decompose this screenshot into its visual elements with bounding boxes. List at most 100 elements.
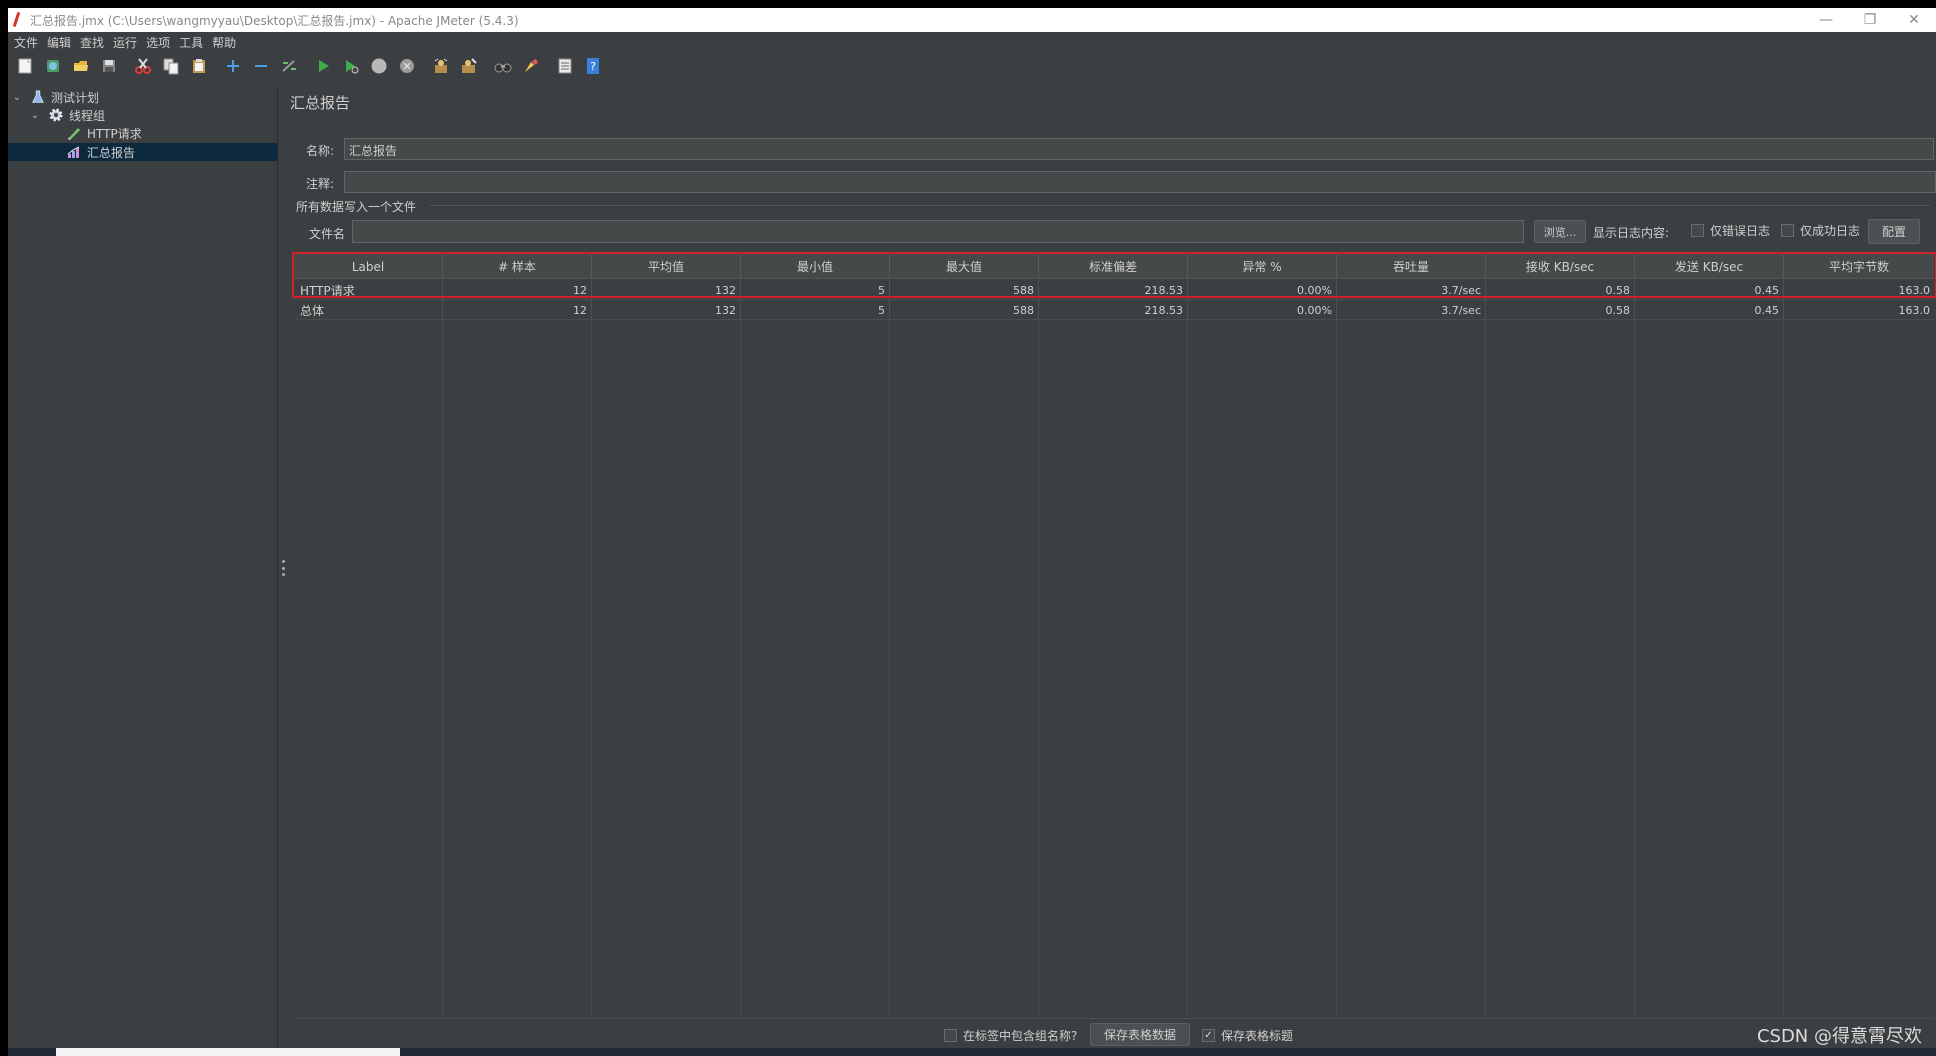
errors-only-checkbox[interactable] [1691,224,1704,237]
taskbar-search-box[interactable] [56,1048,400,1056]
save-table-data-button[interactable]: 保存表格数据 [1090,1023,1190,1046]
comment-input[interactable] [344,171,1936,193]
column-header-max[interactable]: 最大值 [890,254,1039,279]
test-plan-icon [30,89,46,105]
table-column-grid [294,320,1934,1016]
cell-avg-bytes: 163.0 [1898,303,1931,317]
function-helper-icon[interactable] [554,55,576,77]
chevron-down-icon[interactable]: ⌄ [30,110,40,121]
toggle-icon[interactable] [278,55,300,77]
templates-icon[interactable] [42,55,64,77]
minimize-button[interactable]: — [1804,8,1848,32]
column-header-average[interactable]: 平均值 [592,254,741,279]
cell-sent-kb: 0.45 [1635,300,1784,320]
cell-average: 132 [592,300,741,320]
window-title: 汇总报告.jmx (C:\Users\wangmyyau\Desktop\汇总报… [30,13,519,28]
column-header-min[interactable]: 最小值 [741,254,890,279]
test-plan-tree: ⌄ 测试计划 ⌄ 线程组 HTTP请求 汇总报告 [8,86,278,1056]
cell-average: 132 [592,280,741,300]
jmeter-feather-icon [12,12,22,28]
menu-file[interactable]: 文件 [11,34,42,51]
save-header-label: 保存表格标题 [1221,1029,1294,1043]
column-header-received-kb[interactable]: 接收 KB/sec [1486,254,1635,279]
paste-icon[interactable] [188,55,210,77]
column-header-samples[interactable]: # 样本 [443,254,592,279]
cell-std-dev: 218.53 [1039,280,1188,300]
start-icon[interactable] [312,55,334,77]
column-header-sent-kb[interactable]: 发送 KB/sec [1635,254,1784,279]
table-header: Label # 样本 平均值 最小值 最大值 标准偏差 异常 % 吞吐量 接收 … [294,254,1934,279]
menu-help[interactable]: 帮助 [209,34,240,51]
collapse-icon[interactable] [250,55,272,77]
column-header-avg-bytes[interactable]: 平均字节数 [1784,254,1934,279]
cell-min: 5 [741,280,890,300]
open-icon[interactable] [70,55,92,77]
clear-icon[interactable] [430,55,452,77]
reset-search-icon[interactable] [520,55,542,77]
success-only-option[interactable]: 仅成功日志 [1781,222,1860,239]
success-only-checkbox[interactable] [1781,224,1794,237]
save-header-checkbox[interactable]: ✓ [1202,1029,1215,1042]
menu-run[interactable]: 运行 [110,34,141,51]
filename-input[interactable] [352,220,1524,243]
cut-icon[interactable] [132,55,154,77]
restore-button[interactable]: ❐ [1848,8,1892,32]
include-group-checkbox[interactable] [944,1029,957,1042]
close-button[interactable]: ✕ [1892,8,1936,32]
browse-button[interactable]: 浏览... [1534,220,1586,243]
cell-label: HTTP请求 [294,280,443,300]
errors-only-option[interactable]: 仅错误日志 [1691,222,1770,239]
shutdown-icon[interactable] [396,55,418,77]
copy-icon[interactable] [160,55,182,77]
configure-button[interactable]: 配置 [1868,219,1920,244]
search-icon[interactable] [492,55,514,77]
summary-report-panel: 汇总报告 名称: 汇总报告 注释: 所有数据写入一个文件 文件名 浏览... 显… [286,86,1936,1056]
cell-label: 总体 [294,300,443,320]
column-header-throughput[interactable]: 吞吐量 [1337,254,1486,279]
cell-std-dev: 218.53 [1039,300,1188,320]
cell-error-pct: 0.00% [1188,280,1337,300]
help-icon[interactable]: ? [582,55,604,77]
menu-options[interactable]: 选项 [143,34,174,51]
stop-icon[interactable] [368,55,390,77]
save-header-option[interactable]: ✓ 保存表格标题 [1202,1027,1293,1044]
table-row[interactable]: 总体 12 132 5 588 218.53 0.00% 3.7/sec 0.5… [294,300,1934,320]
new-icon[interactable] [14,55,36,77]
menu-edit[interactable]: 编辑 [44,34,75,51]
clear-all-icon[interactable] [458,55,480,77]
comment-label: 注释: [306,177,335,191]
menu-search[interactable]: 查找 [77,34,108,51]
panel-title: 汇总报告 [290,94,351,112]
tree-node-label: 线程组 [69,108,106,123]
jmeter-window: 汇总报告.jmx (C:\Users\wangmyyau\Desktop\汇总报… [8,8,1936,1056]
tree-node-http-request[interactable]: HTTP请求 [66,124,278,142]
menu-tools[interactable]: 工具 [176,34,207,51]
column-header-std-dev[interactable]: 标准偏差 [1039,254,1188,279]
tree-node-label: HTTP请求 [87,126,142,141]
cell-samples: 12 [443,280,592,300]
name-input[interactable]: 汇总报告 [344,138,1934,160]
split-pane-handle[interactable] [281,560,285,576]
expand-icon[interactable] [222,55,244,77]
include-group-label: 在标签中包含组名称? [963,1029,1078,1043]
column-header-error-pct[interactable]: 异常 % [1188,254,1337,279]
chevron-down-icon[interactable]: ⌄ [12,92,22,103]
name-label: 名称: [306,144,335,158]
tree-node-thread-group[interactable]: ⌄ 线程组 [30,106,278,124]
summary-table: Label # 样本 平均值 最小值 最大值 标准偏差 异常 % 吞吐量 接收 … [294,254,1934,1016]
tree-node-test-plan[interactable]: ⌄ 测试计划 [12,88,278,106]
cell-received-kb: 0.58 [1486,280,1635,300]
success-only-label: 仅成功日志 [1800,224,1861,238]
column-header-label[interactable]: Label [294,254,443,279]
tree-node-summary-report[interactable]: 汇总报告 [8,143,278,161]
cell-sent-kb: 0.45 [1635,280,1784,300]
table-row[interactable]: HTTP请求 12 132 5 588 218.53 0.00% 3.7/sec… [294,280,1934,300]
svg-text:?: ? [590,60,596,73]
title-bar: 汇总报告.jmx (C:\Users\wangmyyau\Desktop\汇总报… [8,8,1936,32]
errors-only-label: 仅错误日志 [1710,224,1771,238]
cell-throughput: 3.7/sec [1337,280,1486,300]
start-no-timers-icon[interactable] [340,55,362,77]
include-group-option[interactable]: 在标签中包含组名称? [944,1027,1077,1044]
cell-samples: 12 [443,300,592,320]
save-icon[interactable] [98,55,120,77]
